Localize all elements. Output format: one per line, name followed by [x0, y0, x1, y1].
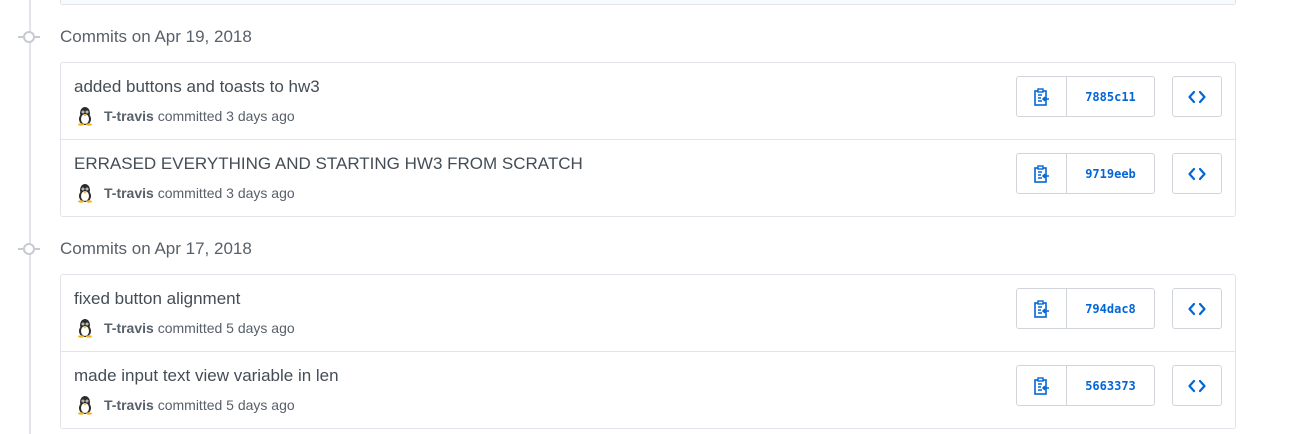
browse-repo-button[interactable]	[1172, 365, 1222, 406]
timeline-tick	[35, 36, 40, 38]
browse-repo-button[interactable]	[1172, 153, 1222, 194]
commit-time: committed 5 days ago	[157, 397, 295, 413]
code-icon	[1188, 302, 1206, 315]
commit-sha-link[interactable]: 7885c11	[1067, 77, 1154, 116]
commit-time: committed 5 days ago	[157, 320, 295, 336]
commit-row: made input text view variable in len T-t…	[61, 352, 1235, 428]
timeline-line	[29, 0, 31, 434]
commit-message-link[interactable]: fixed button alignment	[74, 289, 240, 309]
commit-time: committed 3 days ago	[157, 108, 295, 124]
sha-button-group: 9719eeb	[1016, 153, 1155, 194]
git-commit-icon	[23, 31, 35, 43]
clippy-icon	[1033, 376, 1049, 395]
avatar[interactable]	[75, 318, 95, 338]
avatar[interactable]	[75, 183, 95, 203]
commit-group-header: Commits on Apr 17, 2018	[0, 236, 600, 262]
copy-sha-button[interactable]	[1017, 366, 1067, 405]
commit-author-link[interactable]: T-travis	[104, 185, 154, 201]
commit-message-link[interactable]: added buttons and toasts to hw3	[74, 77, 320, 97]
commit-row: fixed button alignment T-travis committe…	[61, 275, 1235, 352]
commit-meta: T-travis committed 5 days ago	[75, 318, 295, 338]
code-icon	[1188, 167, 1206, 180]
clippy-icon	[1033, 164, 1049, 183]
commit-meta: T-travis committed 5 days ago	[75, 395, 295, 415]
commit-group-title: Commits on Apr 17, 2018	[60, 239, 252, 258]
avatar[interactable]	[75, 106, 95, 126]
commit-sha-link[interactable]: 5663373	[1067, 366, 1154, 405]
commit-list: fixed button alignment T-travis committe…	[60, 274, 1236, 429]
browse-repo-button[interactable]	[1172, 76, 1222, 117]
code-icon	[1188, 90, 1206, 103]
sha-button-group: 5663373	[1016, 365, 1155, 406]
commit-time: committed 3 days ago	[157, 185, 295, 201]
commit-group-title: Commits on Apr 19, 2018	[60, 27, 252, 46]
commit-meta: T-travis committed 3 days ago	[75, 183, 295, 203]
copy-sha-button[interactable]	[1017, 154, 1067, 193]
previous-commit-list-bottom	[60, 0, 1236, 5]
commit-meta: T-travis committed 3 days ago	[75, 106, 295, 126]
commit-message-link[interactable]: made input text view variable in len	[74, 366, 339, 386]
git-commit-icon	[23, 243, 35, 255]
commit-author-link[interactable]: T-travis	[104, 108, 154, 124]
timeline-tick	[35, 248, 40, 250]
copy-sha-button[interactable]	[1017, 77, 1067, 116]
commit-row: ERRASED EVERYTHING AND STARTING HW3 FROM…	[61, 140, 1235, 216]
commit-list: added buttons and toasts to hw3 T-travis…	[60, 62, 1236, 217]
commit-history-page: Commits on Apr 19, 2018 added buttons an…	[0, 0, 1309, 434]
commit-sha-link[interactable]: 9719eeb	[1067, 154, 1154, 193]
commit-author-link[interactable]: T-travis	[104, 397, 154, 413]
commit-author-link[interactable]: T-travis	[104, 320, 154, 336]
clippy-icon	[1033, 299, 1049, 318]
commit-row: added buttons and toasts to hw3 T-travis…	[61, 63, 1235, 140]
copy-sha-button[interactable]	[1017, 289, 1067, 328]
clippy-icon	[1033, 87, 1049, 106]
avatar[interactable]	[75, 395, 95, 415]
sha-button-group: 7885c11	[1016, 76, 1155, 117]
commit-message-link[interactable]: ERRASED EVERYTHING AND STARTING HW3 FROM…	[74, 154, 583, 174]
sha-button-group: 794dac8	[1016, 288, 1155, 329]
commit-sha-link[interactable]: 794dac8	[1067, 289, 1154, 328]
browse-repo-button[interactable]	[1172, 288, 1222, 329]
commit-group-header: Commits on Apr 19, 2018	[0, 24, 600, 50]
code-icon	[1188, 379, 1206, 392]
